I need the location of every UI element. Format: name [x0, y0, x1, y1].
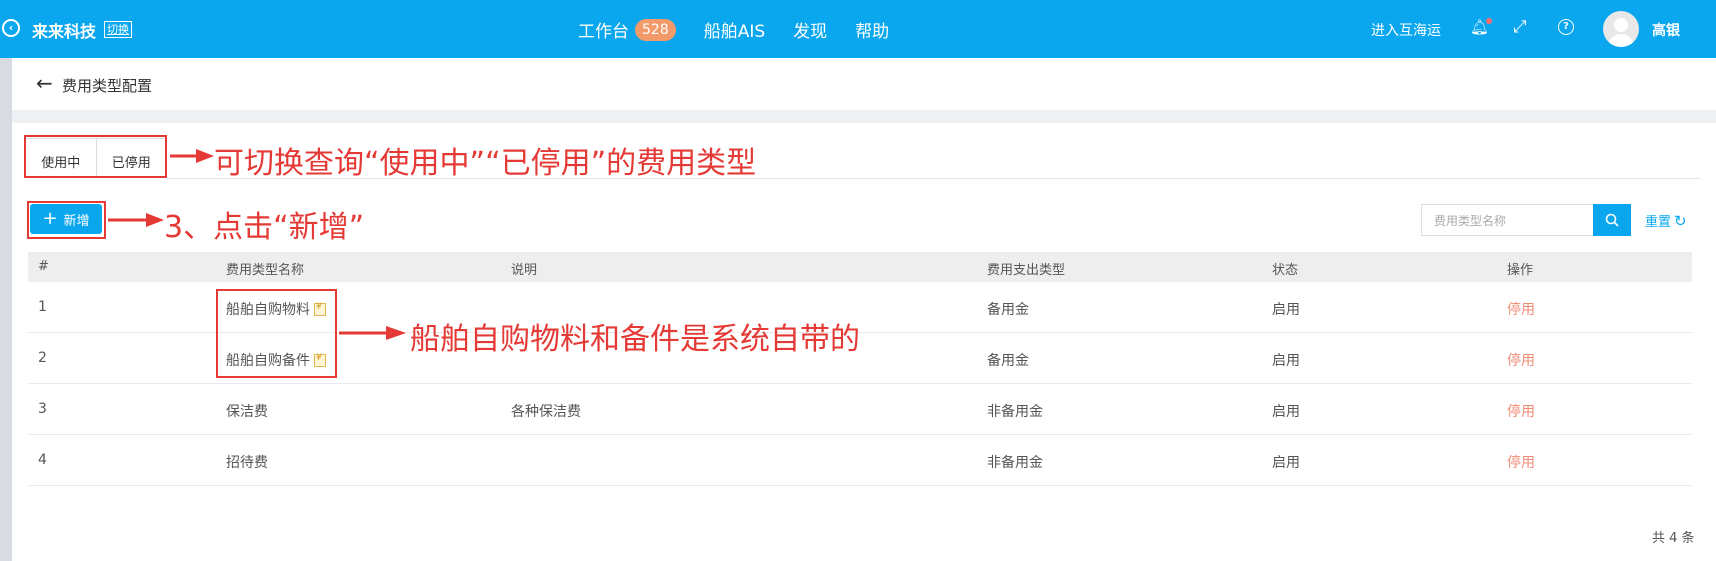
annotation-system-text: 船舶自购物料和备件是系统自带的	[410, 322, 860, 357]
annotation-add-text: 3、点击“新增”	[164, 210, 365, 245]
annotation-arrows	[108, 149, 406, 340]
annotation-tabs-text: 可切换查询“使用中”“已停用”的费用类型	[214, 146, 757, 181]
